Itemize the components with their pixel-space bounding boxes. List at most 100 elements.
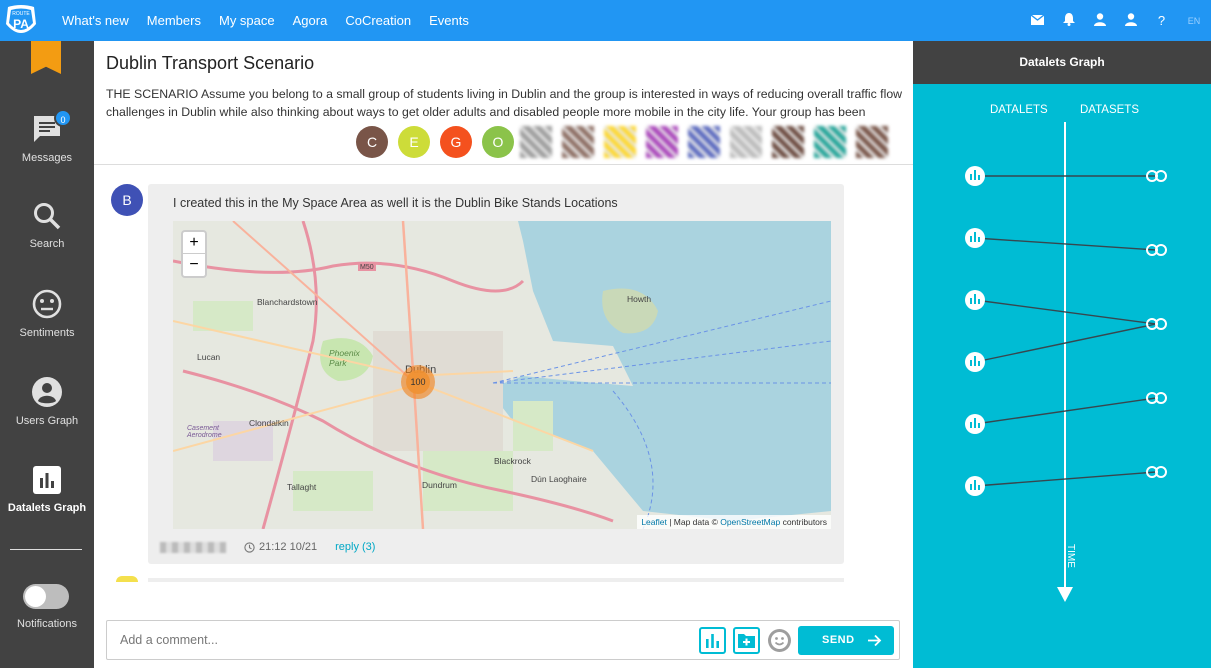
emoji-button[interactable] bbox=[767, 628, 792, 658]
map-label: Lucan bbox=[197, 352, 221, 362]
nav-events[interactable]: Events bbox=[420, 0, 478, 41]
member-avatar[interactable]: G bbox=[440, 126, 472, 158]
datalet-node[interactable] bbox=[965, 228, 985, 248]
dataset-link-icon[interactable] bbox=[1146, 392, 1167, 404]
mail-icon[interactable] bbox=[1022, 13, 1053, 28]
sidebar-item-users-graph[interactable]: Users Graph bbox=[0, 376, 94, 427]
page-title: Dublin Transport Scenario bbox=[106, 53, 315, 73]
message-meta: 21:12 10/21 reply (3) bbox=[160, 541, 375, 553]
member-avatar-redacted[interactable] bbox=[814, 126, 846, 158]
next-message-avatar bbox=[116, 576, 138, 582]
datalet-node[interactable] bbox=[965, 352, 985, 372]
member-avatar-redacted[interactable] bbox=[520, 126, 552, 158]
nav-whats-new[interactable]: What's new bbox=[53, 0, 138, 41]
add-file-button[interactable] bbox=[733, 627, 760, 654]
author-name-redacted bbox=[160, 541, 226, 553]
map-label: Tallaght bbox=[287, 482, 317, 492]
member-avatar-redacted[interactable] bbox=[604, 126, 636, 158]
profile-icon[interactable] bbox=[1115, 12, 1146, 29]
datalets-graph-panel: Datalets Graph DATALETS DATASETS TIME bbox=[913, 41, 1211, 668]
map-label: Clondalkin bbox=[249, 418, 289, 428]
sidebar-item-label: Users Graph bbox=[15, 415, 79, 427]
user-icon[interactable] bbox=[1084, 12, 1115, 29]
nav-cocreation[interactable]: CoCreation bbox=[336, 0, 420, 41]
message-time: 21:12 10/21 bbox=[259, 541, 318, 553]
toggle-knob bbox=[25, 586, 46, 607]
nav-members[interactable]: Members bbox=[138, 0, 210, 41]
main-nav: What's new Members My space Agora CoCrea… bbox=[53, 0, 478, 41]
member-avatar-redacted[interactable] bbox=[772, 126, 804, 158]
notifications-toggle[interactable] bbox=[23, 584, 69, 609]
zoom-in-button[interactable]: + bbox=[183, 232, 205, 254]
message-author-avatar[interactable]: B bbox=[111, 184, 143, 216]
map-label: Howth bbox=[627, 294, 652, 304]
member-avatar-redacted[interactable] bbox=[646, 126, 678, 158]
datalet-node[interactable] bbox=[965, 166, 985, 186]
arrow-right-icon bbox=[868, 634, 882, 647]
map-label: Casement Aerodrome bbox=[187, 425, 222, 439]
map-label: Dún Laoghaire bbox=[531, 474, 587, 484]
sidebar-item-search[interactable]: Search bbox=[0, 201, 94, 250]
osm-link[interactable]: OpenStreetMap bbox=[720, 517, 780, 527]
chart-icon bbox=[33, 466, 61, 494]
left-sidebar: 0 Messages Search Sentiments Users Graph… bbox=[0, 41, 94, 668]
map-datalet[interactable]: Blanchardstown Howth Lucan Phoenix Park … bbox=[173, 221, 831, 529]
room-description: THE SCENARIO Assume you belong to a smal… bbox=[106, 87, 903, 119]
sidebar-item-label: Sentiments bbox=[19, 327, 75, 339]
top-navbar: PA ROUTE What's new Members My space Ago… bbox=[0, 0, 1211, 41]
message-card: I created this in the My Space Area as w… bbox=[148, 184, 844, 564]
member-avatar[interactable]: E bbox=[398, 126, 430, 158]
map-label: Blanchardstown bbox=[257, 297, 318, 307]
sidebar-item-sentiments[interactable]: Sentiments bbox=[0, 288, 94, 339]
map-attribution: Leaflet | Map data © OpenStreetMap contr… bbox=[637, 515, 831, 529]
sidebar-item-label: Messages bbox=[21, 152, 73, 164]
notifications-label-wrap: Notifications bbox=[0, 618, 94, 630]
map-label: Blackrock bbox=[494, 456, 531, 466]
member-avatar-redacted[interactable] bbox=[688, 126, 720, 158]
bookmark-icon[interactable] bbox=[31, 41, 61, 74]
message-text: I created this in the My Space Area as w… bbox=[173, 196, 618, 210]
datalet-node[interactable] bbox=[965, 414, 985, 434]
sentiment-icon bbox=[32, 289, 62, 319]
route-pa-logo[interactable]: PA ROUTE bbox=[3, 4, 39, 38]
member-avatar-redacted[interactable] bbox=[730, 126, 762, 158]
send-button[interactable]: SEND bbox=[798, 626, 894, 655]
sidebar-item-messages[interactable]: 0 Messages bbox=[0, 109, 94, 164]
dataset-link-icon[interactable] bbox=[1146, 318, 1167, 330]
map-label: M50 bbox=[358, 264, 376, 271]
attribution-tail: contributors bbox=[780, 517, 827, 527]
leaflet-link[interactable]: Leaflet bbox=[641, 517, 667, 527]
nav-agora[interactable]: Agora bbox=[284, 0, 337, 41]
datalets-graph: TIME bbox=[965, 122, 1167, 602]
svg-text:PA: PA bbox=[13, 17, 29, 31]
folder-add-icon bbox=[738, 634, 755, 648]
datalet-node[interactable] bbox=[965, 476, 985, 496]
datalet-node[interactable] bbox=[965, 290, 985, 310]
member-avatar[interactable]: O bbox=[482, 126, 514, 158]
svg-text:ROUTE: ROUTE bbox=[12, 11, 30, 17]
comment-input[interactable]: Add a comment... bbox=[120, 633, 218, 647]
map-tiles bbox=[173, 221, 831, 529]
comment-composer: Add a comment... SEND bbox=[106, 620, 900, 660]
emoji-icon bbox=[768, 629, 791, 652]
bell-icon[interactable] bbox=[1053, 12, 1084, 29]
member-avatar-redacted[interactable] bbox=[856, 126, 888, 158]
help-icon[interactable]: ? bbox=[1146, 13, 1177, 28]
search-icon bbox=[34, 203, 61, 230]
map-marker-cluster[interactable]: 100 bbox=[401, 365, 435, 399]
header-divider bbox=[94, 164, 913, 165]
member-avatar-redacted[interactable] bbox=[562, 126, 594, 158]
nav-my-space[interactable]: My space bbox=[210, 0, 284, 41]
chart-icon bbox=[706, 634, 719, 648]
account-circle-icon bbox=[32, 377, 62, 407]
time-label: TIME bbox=[1065, 544, 1076, 568]
zoom-out-button[interactable]: − bbox=[183, 254, 205, 276]
language-switch[interactable]: EN bbox=[1177, 16, 1211, 26]
map-label: Dundrum bbox=[422, 480, 457, 490]
member-avatar[interactable]: C bbox=[356, 126, 388, 158]
map-label: Phoenix Park bbox=[329, 348, 360, 368]
add-datalet-button[interactable] bbox=[699, 627, 726, 654]
sidebar-item-datalets-graph[interactable]: Datalets Graph bbox=[0, 465, 94, 514]
reply-link[interactable]: reply (3) bbox=[335, 541, 375, 553]
panel-title: Datalets Graph bbox=[913, 41, 1211, 84]
